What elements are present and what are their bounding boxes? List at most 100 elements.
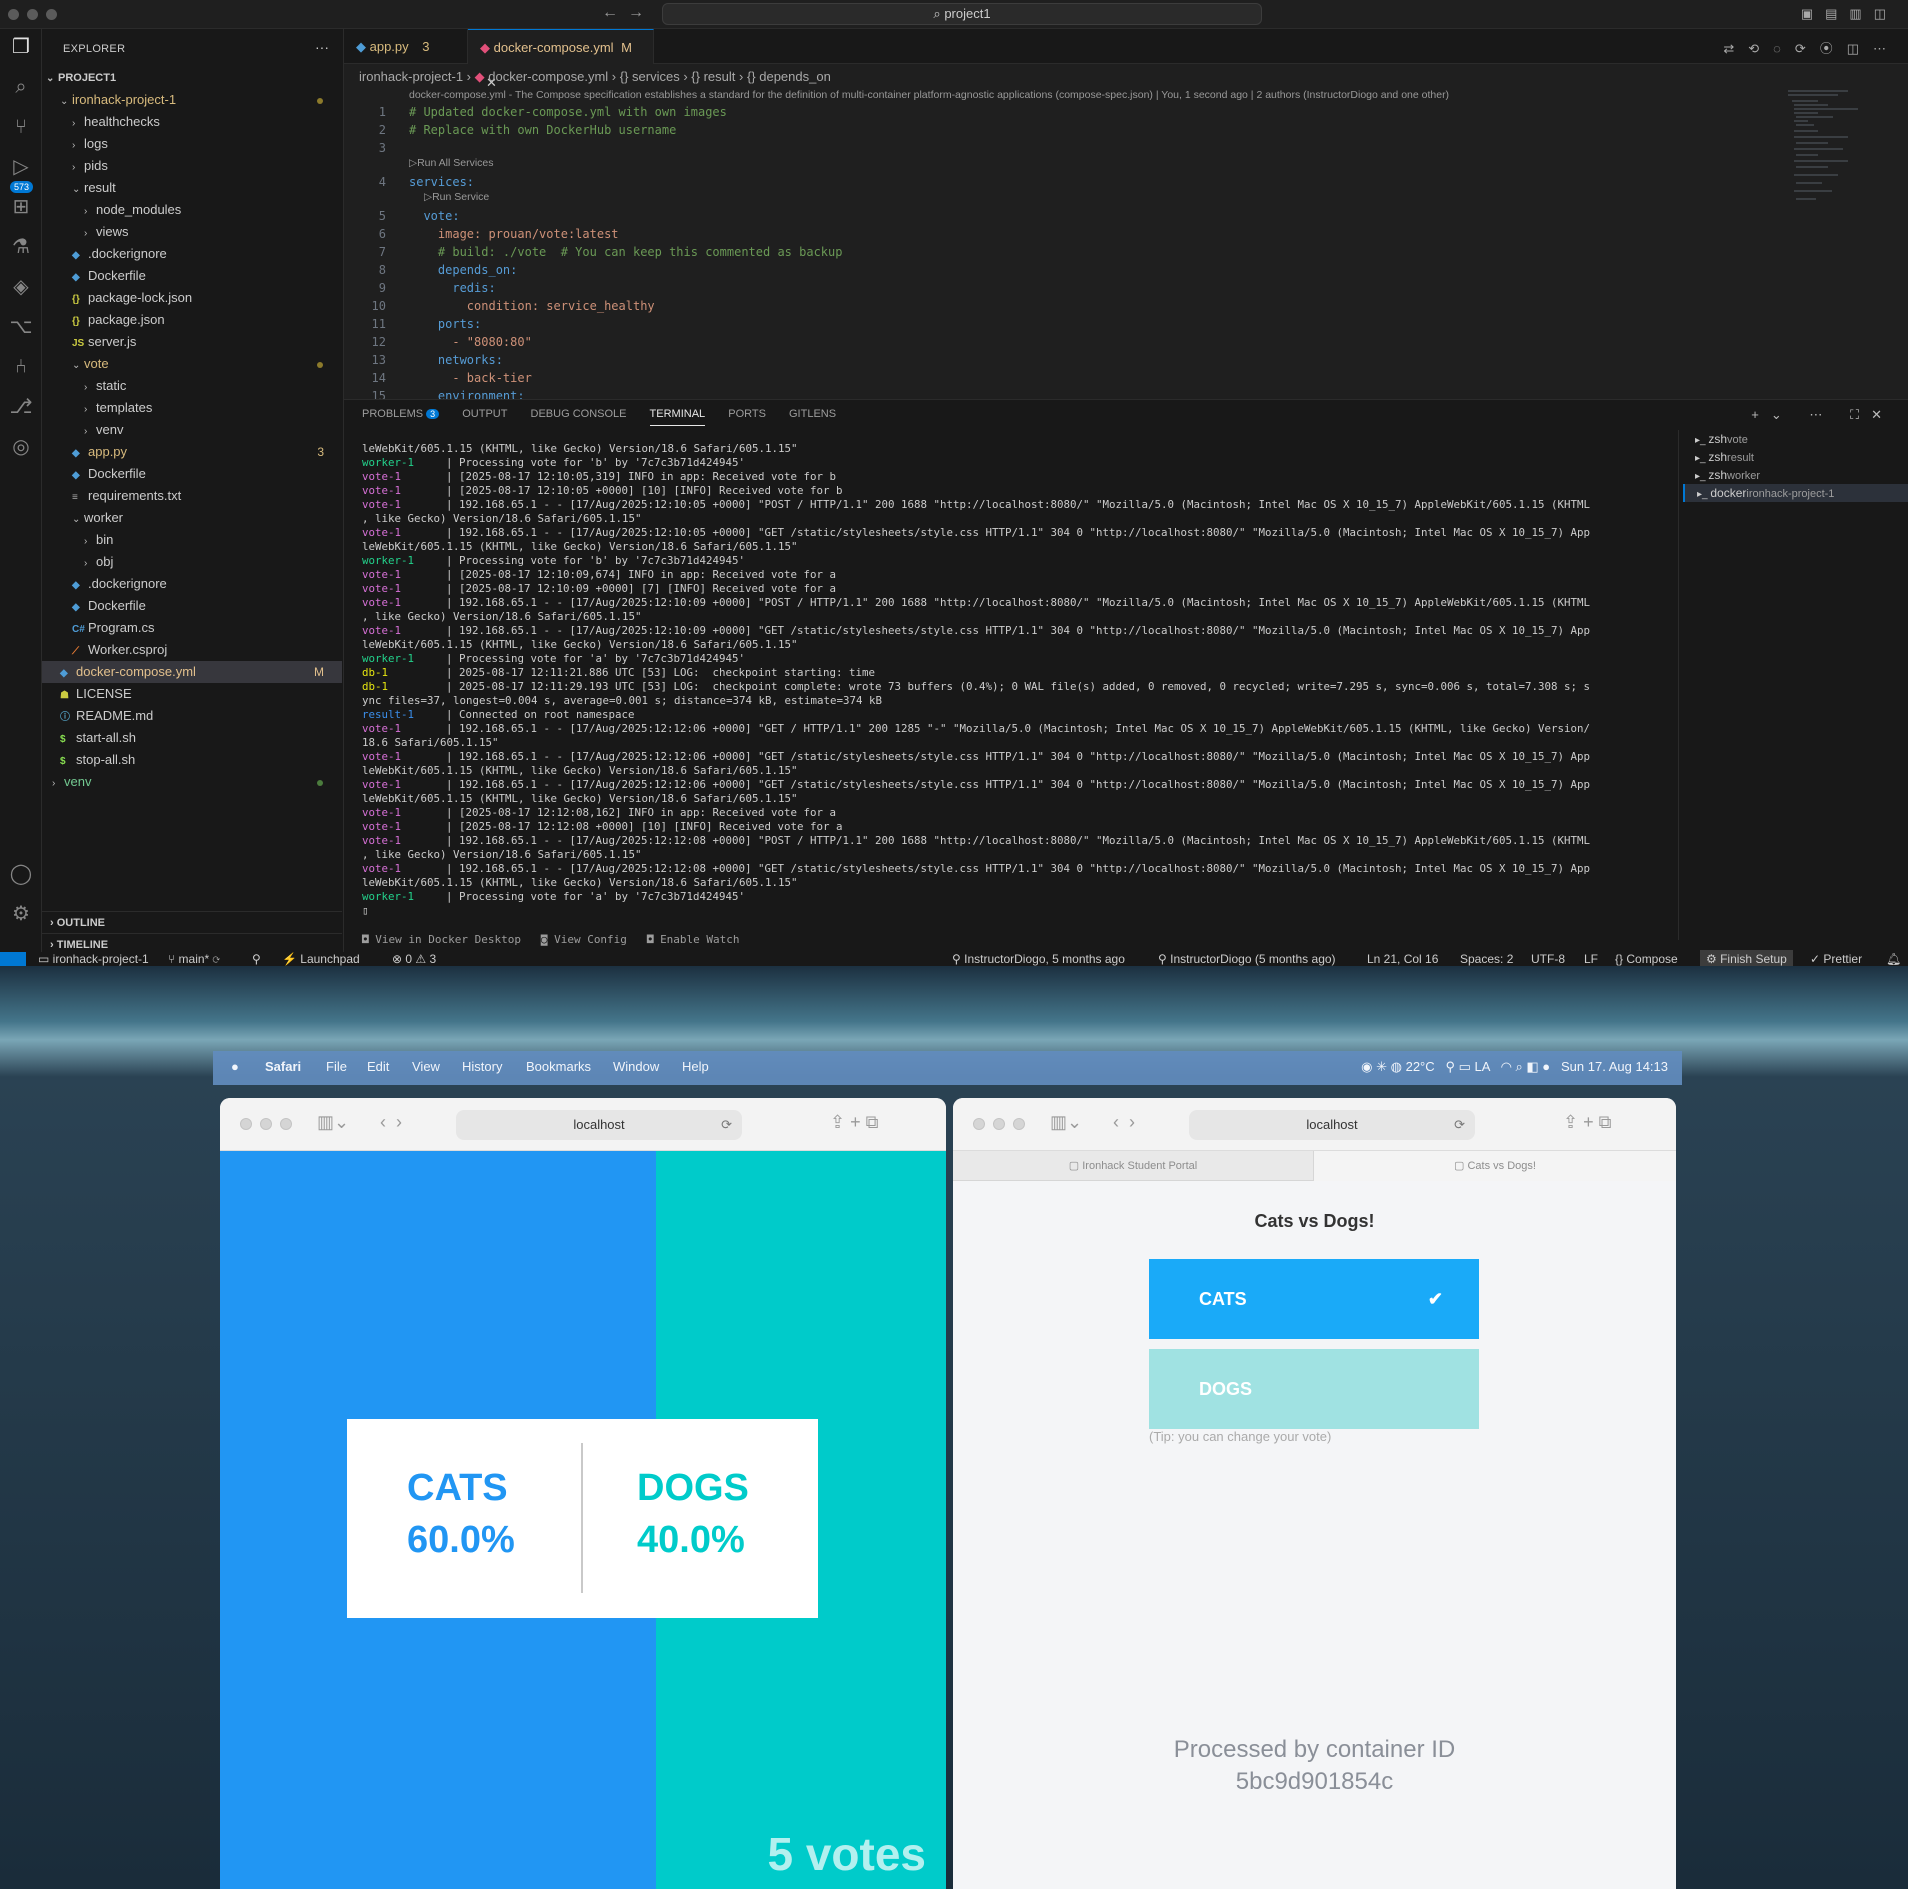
- tab-app-py[interactable]: ◆ app.py 3: [344, 29, 468, 64]
- breadcrumb-item[interactable]: {} result: [691, 69, 735, 84]
- close-window-button[interactable]: [240, 1118, 252, 1130]
- run-service-codelens[interactable]: ▷Run Service: [424, 191, 489, 203]
- address-bar[interactable]: localhost ⟳: [1189, 1110, 1475, 1140]
- menu-bookmarks[interactable]: Bookmarks: [526, 1059, 591, 1074]
- reload-icon[interactable]: ⟳: [1454, 1110, 1465, 1140]
- minimize-window-button[interactable]: [27, 9, 38, 20]
- account-icon[interactable]: ◯: [9, 862, 33, 886]
- maximize-window-button[interactable]: [46, 9, 57, 20]
- menu-history[interactable]: History: [462, 1059, 502, 1074]
- tree-folder[interactable]: › pids: [42, 155, 342, 177]
- enable-watch-link[interactable]: Enable Watch: [660, 933, 739, 946]
- run-debug-icon[interactable]: ▷: [9, 155, 33, 179]
- tab-cats-vs-dogs[interactable]: ▢ Cats vs Dogs!: [1314, 1151, 1676, 1181]
- testing-icon[interactable]: ⚗: [9, 235, 33, 259]
- view-in-docker-desktop-link[interactable]: View in Docker Desktop: [375, 933, 521, 946]
- tree-folder[interactable]: › node_modules: [42, 199, 342, 221]
- remote-explorer-icon[interactable]: ⌥: [9, 315, 33, 339]
- vote-dogs-button[interactable]: DOGS: [1149, 1349, 1479, 1429]
- tree-file[interactable]: C# Program.cs: [42, 617, 342, 639]
- tree-folder[interactable]: › venv: [42, 771, 342, 793]
- tree-file[interactable]: ◆ docker-compose.yml M: [42, 661, 342, 683]
- explorer-icon[interactable]: ❐: [9, 35, 33, 59]
- more-actions-icon[interactable]: ···: [315, 39, 329, 55]
- sidebar-toggle-icon[interactable]: ▥⌄: [317, 1112, 349, 1133]
- breadcrumb-item[interactable]: ironhack-project-1: [359, 69, 463, 84]
- wifi-search-control-icons[interactable]: ◠ ⌕ ◧ ●: [1493, 1059, 1557, 1074]
- tree-file[interactable]: ◆ .dockerignore: [42, 243, 342, 265]
- tree-file[interactable]: JS server.js: [42, 331, 342, 353]
- settings-gear-icon[interactable]: ⚙: [9, 902, 33, 926]
- tab-ports[interactable]: PORTS: [728, 408, 766, 425]
- tree-folder[interactable]: ⌄ worker: [42, 507, 342, 529]
- address-bar[interactable]: localhost ⟳: [456, 1110, 742, 1140]
- back-forward-icons[interactable]: ‹ ›: [1113, 1112, 1135, 1133]
- maximize-window-button[interactable]: [280, 1118, 292, 1130]
- breadcrumb-item[interactable]: {} services: [620, 69, 680, 84]
- menu-help[interactable]: Help: [682, 1059, 709, 1074]
- tab-problems[interactable]: PROBLEMS 3: [362, 408, 440, 425]
- terminal-session-ironhack-project-1[interactable]: ▸_ dockerironhack-project-1: [1683, 484, 1908, 502]
- workspace-root[interactable]: ⌄ PROJECT1: [42, 67, 342, 89]
- tree-folder[interactable]: › views: [42, 221, 342, 243]
- tree-folder[interactable]: › templates: [42, 397, 342, 419]
- gitlens-icon[interactable]: ⑃: [9, 355, 33, 379]
- tree-file[interactable]: ◆ Dockerfile: [42, 463, 342, 485]
- command-center-search[interactable]: ⌕ project1: [662, 3, 1262, 25]
- panel-action-icons[interactable]: +⌄ ⋯ ⛶✕: [1751, 407, 1894, 423]
- git-graph-icon[interactable]: ⎇: [9, 395, 33, 419]
- share-newtab-tabs-icons[interactable]: ⇪ + ⧉: [1563, 1112, 1611, 1133]
- terminal-session-result[interactable]: ▸_ zshresult: [1683, 448, 1908, 466]
- tab-output[interactable]: OUTPUT: [462, 408, 507, 425]
- tab-gitlens[interactable]: GITLENS: [789, 408, 836, 425]
- tree-file[interactable]: ◆ .dockerignore: [42, 573, 342, 595]
- apple-icon[interactable]: ●: [231, 1059, 239, 1074]
- tree-file[interactable]: $ stop-all.sh: [42, 749, 342, 771]
- tree-file[interactable]: ⟋ Worker.csproj: [42, 639, 342, 661]
- reload-icon[interactable]: ⟳: [721, 1110, 732, 1140]
- tree-folder[interactable]: › healthchecks: [42, 111, 342, 133]
- tree-file[interactable]: ◆ Dockerfile: [42, 595, 342, 617]
- tree-folder[interactable]: › obj: [42, 551, 342, 573]
- source-control-icon[interactable]: ⑂: [9, 115, 33, 139]
- weather-label[interactable]: 22°C: [1406, 1059, 1435, 1074]
- tree-file[interactable]: ◆ Dockerfile: [42, 265, 342, 287]
- tree-file[interactable]: {} package-lock.json: [42, 287, 342, 309]
- tree-file[interactable]: ☗ LICENSE: [42, 683, 342, 705]
- editor-action-icons[interactable]: ⇄⟲◌⟳⦿◫⋯: [1723, 38, 1900, 57]
- tree-file[interactable]: ◆ app.py 3: [42, 441, 342, 463]
- tree-file[interactable]: $ start-all.sh: [42, 727, 342, 749]
- terminal-session-worker[interactable]: ▸_ zshworker: [1683, 466, 1908, 484]
- sidebar-toggle-icon[interactable]: ▥⌄: [1050, 1112, 1082, 1133]
- close-window-button[interactable]: [973, 1118, 985, 1130]
- layout-toggle-icons[interactable]: ▣▤▥◫: [1801, 6, 1898, 22]
- tab-ironhack-portal[interactable]: ▢ Ironhack Student Portal: [953, 1151, 1314, 1181]
- menu-view[interactable]: View: [412, 1059, 440, 1074]
- menu-window[interactable]: Window: [613, 1059, 659, 1074]
- menu-extra-icons[interactable]: ⚲ ▭: [1438, 1059, 1474, 1074]
- tree-file[interactable]: ⓘ README.md: [42, 705, 342, 727]
- schema-codelens[interactable]: docker-compose.yml - The Compose specifi…: [409, 89, 1449, 101]
- tree-file[interactable]: {} package.json: [42, 309, 342, 331]
- terminal-session-vote[interactable]: ▸_ zshvote: [1683, 430, 1908, 448]
- tree-folder[interactable]: › bin: [42, 529, 342, 551]
- menu-file[interactable]: File: [326, 1059, 347, 1074]
- view-config-link[interactable]: View Config: [554, 933, 627, 946]
- remote-indicator[interactable]: [0, 952, 26, 966]
- input-source[interactable]: LA: [1475, 1059, 1490, 1074]
- tree-folder[interactable]: ⌄ vote: [42, 353, 342, 375]
- menu-edit[interactable]: Edit: [367, 1059, 389, 1074]
- tree-folder[interactable]: ⌄ ironhack-project-1: [42, 89, 342, 111]
- tree-folder[interactable]: ⌄ result: [42, 177, 342, 199]
- outline-section[interactable]: › OUTLINE: [42, 911, 342, 933]
- back-forward-icons[interactable]: ‹ ›: [380, 1112, 402, 1133]
- minimize-window-button[interactable]: [993, 1118, 1005, 1130]
- clock[interactable]: Sun 17. Aug 14:13: [1561, 1059, 1668, 1074]
- status-icons[interactable]: ◉ ✳ ◍: [1361, 1059, 1405, 1074]
- share-newtab-tabs-icons[interactable]: ⇪ + ⧉: [830, 1112, 878, 1133]
- minimize-window-button[interactable]: [260, 1118, 272, 1130]
- terminal-output[interactable]: leWebKit/605.1.15 (KHTML, like Gecko) Ve…: [362, 442, 1908, 918]
- tab-debug-console[interactable]: DEBUG CONSOLE: [531, 408, 627, 425]
- breadcrumb-item[interactable]: {} depends_on: [747, 69, 831, 84]
- vote-cats-button[interactable]: CATS ✔: [1149, 1259, 1479, 1339]
